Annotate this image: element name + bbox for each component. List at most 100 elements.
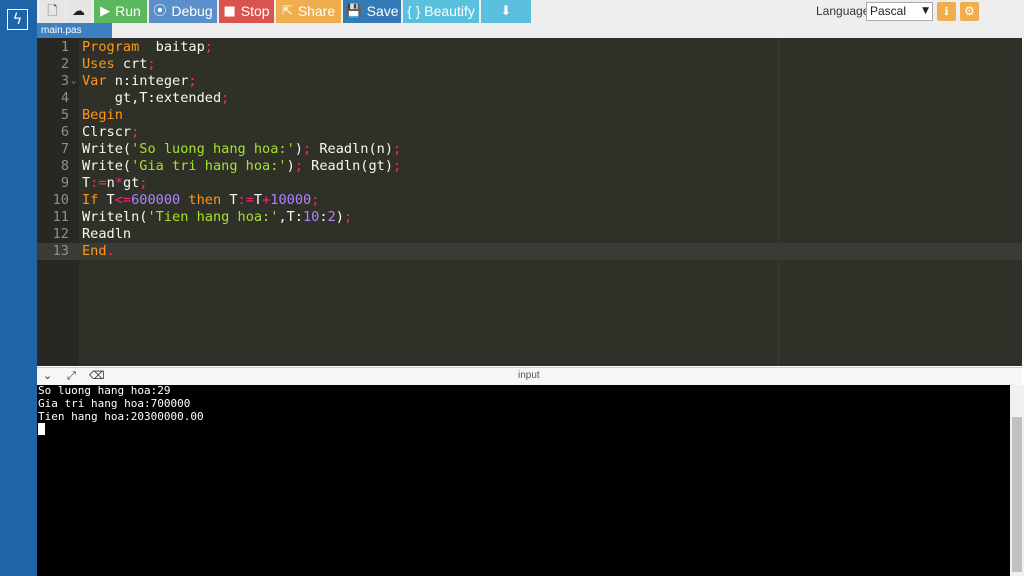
code-token: T	[221, 192, 238, 208]
stop-button[interactable]: ■ Stop	[219, 0, 274, 23]
code-line[interactable]: 13 End.	[37, 243, 1022, 260]
code-text: End.	[82, 243, 115, 260]
language-select[interactable]: Pascal ▼	[866, 2, 933, 21]
share-button[interactable]: ⇱ Share	[276, 0, 341, 23]
code-line[interactable]: 3 ⌄ Var n:integer;	[37, 73, 1022, 90]
debug-icon: ⦿	[153, 4, 167, 19]
console-line: So luong hang hoa:29	[38, 385, 171, 397]
language-value: Pascal	[870, 4, 907, 18]
line-number: 6	[60, 124, 69, 140]
line-number: 10	[52, 192, 69, 208]
code-token: Clrscr	[82, 124, 132, 140]
code-token: Write(	[82, 141, 132, 157]
code-token: ;	[221, 90, 230, 106]
line-number: 13	[52, 243, 69, 259]
code-line[interactable]: 1 Program baitap;	[37, 39, 1022, 56]
code-text: Writeln('Tien hang hoa:',T:10:2);	[82, 209, 352, 226]
code-line[interactable]: 11 Writeln('Tien hang hoa:',T:10:2);	[37, 209, 1022, 226]
code-token: ,T:	[278, 209, 303, 225]
code-line[interactable]: 4 gt,T:extended;	[37, 90, 1022, 107]
code-text: Clrscr;	[82, 124, 139, 141]
code-line[interactable]: 5 Begin	[37, 107, 1022, 124]
upload-button[interactable]: ☁	[66, 0, 91, 23]
code-token: Uses	[82, 56, 115, 72]
code-line[interactable]: 8 Write('Gia tri hang hoa:'); Readln(gt);	[37, 158, 1022, 175]
code-line[interactable]: 10 If T<=600000 then T:=T+10000;	[37, 192, 1022, 209]
share-label: Share	[297, 3, 336, 19]
console-scrollbar[interactable]	[1010, 385, 1024, 576]
line-number: 8	[60, 158, 69, 174]
code-text: Program baitap;	[82, 39, 213, 56]
console-line: Tien hang hoa:20300000.00	[38, 410, 204, 423]
code-token: ;	[343, 209, 353, 225]
code-token: 'So luong hang hoa:'	[131, 141, 295, 157]
line-number: 3	[60, 73, 69, 89]
code-editor[interactable]: 1 Program baitap; 2 Uses crt; 3 ⌄ Var n:intege…	[37, 38, 1022, 366]
code-text: T:=n*gt;	[82, 175, 148, 192]
info-button[interactable]: ℹ	[937, 2, 956, 21]
input-label: input	[518, 370, 540, 381]
fold-arrow-icon[interactable]: ⌄	[71, 73, 76, 90]
code-token: ;	[294, 158, 303, 174]
console-line: Gia tri hang hoa:700000	[38, 397, 191, 410]
code-token: ;	[131, 124, 140, 140]
tab-main-pas[interactable]: main.pas	[37, 23, 112, 38]
code-token: ;	[393, 141, 402, 157]
share-icon: ⇱	[281, 4, 293, 19]
code-line[interactable]: 7 Write('So luong hang hoa:'); Readln(n);	[37, 141, 1022, 158]
settings-button[interactable]: ⚙	[960, 2, 979, 21]
lightning-logo-icon[interactable]: ϟ	[7, 9, 28, 30]
expand-icon[interactable]: ⤢	[67, 369, 76, 383]
code-token: If	[82, 192, 99, 208]
code-token: <=	[114, 192, 132, 208]
code-text: If T<=600000 then T:=T+10000;	[82, 192, 319, 209]
code-text: Uses crt;	[82, 56, 156, 73]
debug-button[interactable]: ⦿ Debug	[149, 0, 217, 23]
code-token: Readln(n)	[311, 141, 394, 157]
code-token: gt	[122, 175, 140, 191]
collapse-icon[interactable]: ⌄	[43, 369, 52, 382]
code-token: baitap	[139, 39, 205, 55]
code-text: Write('So luong hang hoa:'); Readln(n);	[82, 141, 401, 158]
code-token: 'Gia tri hang hoa:'	[131, 158, 287, 174]
output-console[interactable]: So luong hang hoa:29 Gia tri hang hoa:70…	[37, 385, 1010, 576]
code-line[interactable]: 9 T:=n*gt;	[37, 175, 1022, 192]
code-token: ;	[188, 73, 197, 89]
new-file-button[interactable]: 🗋	[40, 0, 65, 23]
file-icon: 🗋	[47, 4, 58, 19]
code-line[interactable]: 6 Clrscr;	[37, 124, 1022, 141]
download-icon: ⬇	[500, 4, 512, 19]
floppy-disk-icon: 💾	[345, 4, 362, 19]
line-number: 7	[60, 141, 69, 157]
code-token: ;	[311, 192, 320, 208]
code-text: Var n:integer;	[82, 73, 197, 90]
code-token: 600000	[131, 192, 181, 208]
chevron-down-icon: ▼	[922, 6, 929, 16]
code-token: End	[82, 243, 107, 259]
code-token: ;	[393, 158, 402, 174]
code-line[interactable]: 12 Readln	[37, 226, 1022, 243]
line-number: 12	[52, 226, 69, 242]
language-label: Language	[816, 4, 870, 18]
code-token: T	[82, 175, 91, 191]
code-token: Begin	[82, 107, 123, 123]
beautify-label: { } Beautify	[407, 3, 475, 19]
code-token: 2	[327, 209, 336, 225]
clear-console-icon[interactable]: ⌫	[89, 369, 105, 382]
cloud-upload-icon: ☁	[72, 4, 85, 19]
info-icon: ℹ	[944, 5, 949, 18]
code-token: Readln(gt)	[302, 158, 394, 174]
code-line[interactable]: 2 Uses crt;	[37, 56, 1022, 73]
scrollbar-thumb[interactable]	[1012, 417, 1022, 572]
line-number: 5	[60, 107, 69, 123]
download-button[interactable]: ⬇	[481, 0, 531, 23]
debug-label: Debug	[171, 3, 213, 19]
run-button[interactable]: ▶ Run	[94, 0, 147, 23]
code-token: Program	[82, 39, 140, 55]
beautify-button[interactable]: { } Beautify	[403, 0, 479, 23]
code-token: Writeln(	[82, 209, 148, 225]
stop-icon: ■	[223, 4, 236, 19]
code-token: Write(	[82, 158, 132, 174]
save-button[interactable]: 💾 Save	[343, 0, 401, 23]
code-token: T	[253, 192, 263, 208]
